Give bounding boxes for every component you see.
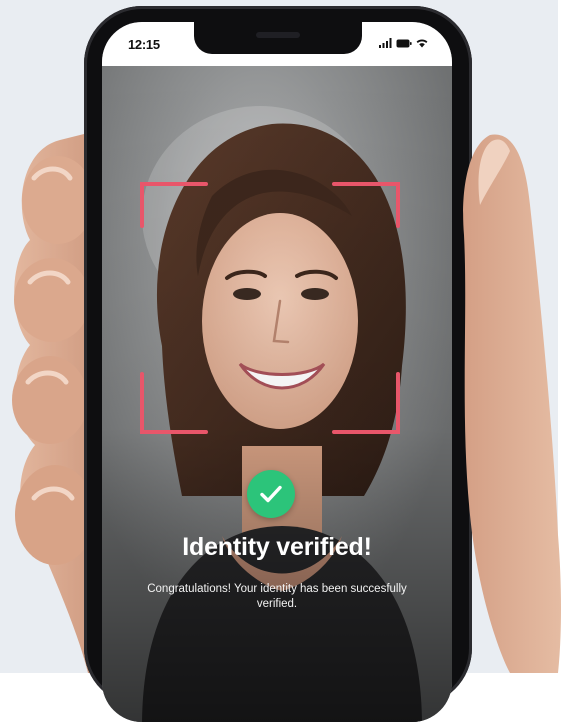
finger-4 [15,465,95,565]
finger-3 [12,356,88,444]
wifi-icon [416,39,428,48]
success-check-badge [247,470,295,518]
verification-message: Congratulations! Your identity has been … [147,583,407,610]
status-icons [379,38,428,48]
verification-title: Identity verified! [182,533,372,561]
thumb [463,134,561,673]
status-time: 12:15 [128,37,160,52]
status-bar: 12:15 [102,22,452,66]
battery-icon [396,39,412,47]
checkmark-icon [260,485,282,503]
speaker-grille [256,32,300,38]
signal-icon [379,38,392,48]
phone-notch [194,22,362,54]
phone-screen: 12:15 Identity verified! Congratulations… [102,22,452,722]
camera-view [102,66,452,722]
illustration-stage: 12:15 Identity verified! Congratulations… [0,0,567,722]
